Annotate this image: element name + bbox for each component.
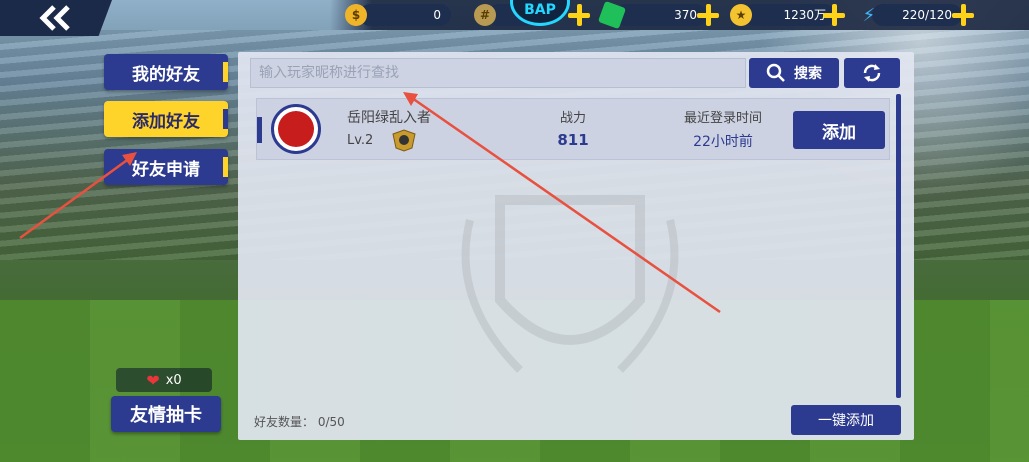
friend-count: 好友数量： 0/50 bbox=[254, 415, 345, 429]
resource-value: 220/120 bbox=[872, 4, 962, 26]
add-token-button[interactable] bbox=[567, 3, 591, 27]
rank-badge-icon bbox=[392, 129, 416, 152]
tab-add-friend[interactable]: 添加好友 bbox=[104, 101, 228, 137]
tab-friend-requests[interactable]: 好友申请 bbox=[104, 149, 228, 185]
refresh-button[interactable] bbox=[844, 58, 900, 88]
refresh-icon bbox=[863, 64, 881, 82]
double-chevron-left-icon bbox=[39, 5, 70, 31]
tab-my-friends[interactable]: 我的好友 bbox=[104, 54, 228, 90]
add-friend-button[interactable]: 添加 bbox=[793, 111, 885, 149]
add-gem-button[interactable] bbox=[696, 3, 720, 27]
one-click-add-button[interactable]: 一键添加 bbox=[791, 405, 901, 435]
back-button[interactable] bbox=[0, 0, 112, 36]
add-energy-button[interactable] bbox=[951, 3, 975, 27]
list-item: 岳阳绿乱入者 Lv.2 战力 811 最近登录时间 22小时前 添加 bbox=[256, 98, 890, 160]
star-coin-icon: ★ bbox=[730, 4, 752, 26]
heart-count: x0 bbox=[165, 372, 182, 388]
club-crest-icon bbox=[278, 111, 314, 147]
player-name: 岳阳绿乱入者 bbox=[347, 110, 431, 126]
tab-edge bbox=[223, 109, 228, 129]
search-icon bbox=[766, 63, 785, 82]
tab-edge bbox=[223, 157, 228, 177]
tab-label: 好友申请 bbox=[132, 159, 200, 180]
row-accent bbox=[257, 117, 262, 143]
tab-edge bbox=[223, 62, 228, 82]
resource-value: 370 bbox=[615, 4, 707, 26]
lightning-icon: ⚡ bbox=[862, 4, 876, 26]
last-login-value: 22小时前 bbox=[693, 134, 753, 150]
player-level: Lv.2 bbox=[347, 133, 374, 148]
tab-label: 我的好友 bbox=[132, 64, 200, 85]
search-input[interactable] bbox=[250, 58, 746, 88]
friendship-draw-button[interactable]: 友情抽卡 bbox=[111, 396, 221, 432]
power-value: 811 bbox=[557, 131, 589, 149]
add-coin-button[interactable] bbox=[822, 3, 846, 27]
token-icon: # bbox=[474, 4, 496, 26]
heart-counter: ❤ x0 bbox=[116, 368, 212, 392]
gold-coin-icon: $ bbox=[345, 4, 367, 26]
avatar[interactable] bbox=[271, 104, 321, 154]
search-button-label: 搜索 bbox=[794, 66, 822, 82]
search-button[interactable]: 搜索 bbox=[749, 58, 839, 88]
list-scrollbar[interactable] bbox=[896, 94, 901, 398]
last-login-label: 最近登录时间 bbox=[683, 111, 762, 126]
resource-value: 0 bbox=[359, 4, 451, 26]
tab-label: 添加好友 bbox=[132, 111, 200, 132]
power-label: 战力 bbox=[559, 111, 586, 126]
heart-icon: ❤ bbox=[146, 370, 160, 390]
